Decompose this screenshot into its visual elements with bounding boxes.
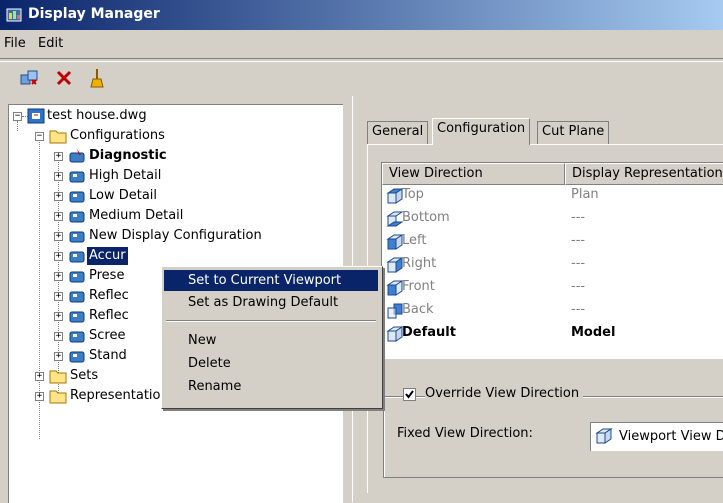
new-config-icon [20,70,38,85]
menu-item-rename[interactable]: Rename [164,376,378,397]
fixed-view-direction-select[interactable]: Viewport View D [590,422,723,451]
tree-item-label: Prese [89,268,125,283]
view-direction-value: Default [402,325,456,340]
list-row-left[interactable]: Left --- [382,231,723,254]
configuration-icon [69,331,85,343]
expand-icon[interactable]: + [54,312,63,321]
delete-button[interactable] [53,67,75,89]
expand-icon[interactable]: + [54,272,63,281]
view-direction-value: Left [402,233,427,248]
display-rep-value: --- [571,210,586,225]
tree-item-label: Sets [70,368,99,383]
drawing-file-icon [27,108,45,124]
expand-icon[interactable]: + [54,192,63,201]
tree-item-label: Diagnostic [89,148,167,163]
display-rep-value: --- [571,302,586,317]
folder-open-icon [49,130,67,144]
view-direction-value: Right [402,256,437,271]
expand-icon[interactable]: + [35,372,44,381]
configuration-icon [69,351,85,363]
tree-item-label: New Display Configuration [89,228,262,243]
override-label[interactable]: Override View Direction [425,386,584,401]
tab-configuration[interactable]: Configuration [432,118,531,145]
folder-icon [49,370,67,384]
menu-separator [166,320,376,322]
display-rep-value: --- [571,233,586,248]
tab-general[interactable]: General [367,121,429,144]
configuration-warning-icon [69,149,85,163]
tree-item-label: Reflec [89,288,129,303]
override-checkbox[interactable] [403,388,416,401]
configuration-icon [69,251,85,263]
expand-icon[interactable]: + [35,392,44,401]
tree-item-label: Configurations [70,128,165,143]
purge-icon [90,69,104,88]
column-header-view-direction[interactable]: View Direction [382,163,565,185]
display-rep-value: Plan [571,187,599,202]
view-direction-value: Bottom [402,210,450,225]
tree-item-label: Stand [89,348,127,363]
expand-icon[interactable]: + [54,332,63,341]
configuration-icon [69,191,85,203]
configuration-icon [69,211,85,223]
configuration-icon [69,291,85,303]
list-row-back[interactable]: Back --- [382,300,723,323]
tree-item-label: Accur [87,247,128,265]
column-header-display-representation[interactable]: Display Representation [565,163,723,185]
collapse-icon[interactable]: − [13,112,22,121]
view-direction-value: Top [402,187,424,202]
tree-item-label: Scree [89,328,126,343]
tree-item-label: High Detail [89,168,162,183]
view-direction-list[interactable]: View Direction Display Representation To… [381,162,723,359]
new-config-button[interactable] [19,67,41,89]
tree-item-label: Reflec [89,308,129,323]
expand-icon[interactable]: + [54,252,63,261]
fixed-view-direction-value: Viewport View D [619,429,723,444]
configuration-icon [69,271,85,283]
expand-icon[interactable]: + [54,152,63,161]
tree-item-label: Medium Detail [89,208,184,223]
menu-item-set-current-viewport[interactable]: Set to Current Viewport [164,270,378,291]
menu-item-new[interactable]: New [164,330,378,351]
tree-item-label: Low Detail [89,188,158,203]
display-rep-value: Model [571,325,616,340]
configuration-icon [69,231,85,243]
folder-icon [49,390,67,404]
tab-cut-plane[interactable]: Cut Plane [537,121,610,144]
list-row-right[interactable]: Right --- [382,254,723,277]
collapse-icon[interactable]: − [35,132,44,141]
display-manager-icon [6,8,22,22]
expand-icon[interactable]: + [54,232,63,241]
expand-icon[interactable]: + [54,292,63,301]
delete-icon [56,70,72,86]
menu-file[interactable]: File [4,36,26,51]
tree-root-label: test house.dwg [47,108,147,123]
viewport-cube-icon [595,428,613,444]
expand-icon[interactable]: + [54,352,63,361]
menu-item-set-drawing-default[interactable]: Set as Drawing Default [164,292,378,313]
checkmark-icon [405,390,414,399]
display-rep-value: --- [571,256,586,271]
list-row-bottom[interactable]: Bottom --- [382,208,723,231]
context-menu: Set to Current Viewport Set as Drawing D… [161,266,383,409]
title-bar[interactable]: Display Manager [0,0,723,30]
configuration-icon [69,171,85,183]
tree-guide-line [17,121,18,131]
expand-icon[interactable]: + [54,172,63,181]
fixed-view-direction-label: Fixed View Direction: [397,426,533,441]
list-row-default[interactable]: Default Model [382,323,723,346]
view-direction-value: Front [402,279,435,294]
configuration-icon [69,311,85,323]
purge-button[interactable] [86,67,108,89]
list-row-front[interactable]: Front --- [382,277,723,300]
view-direction-value: Back [402,302,434,317]
expand-icon[interactable]: + [54,212,63,221]
list-row-top[interactable]: Top Plan [382,185,723,208]
menu-edit[interactable]: Edit [38,36,63,51]
menu-item-delete[interactable]: Delete [164,353,378,374]
toolbar-divider [0,58,723,62]
window-title: Display Manager [28,6,160,22]
display-rep-value: --- [571,279,586,294]
